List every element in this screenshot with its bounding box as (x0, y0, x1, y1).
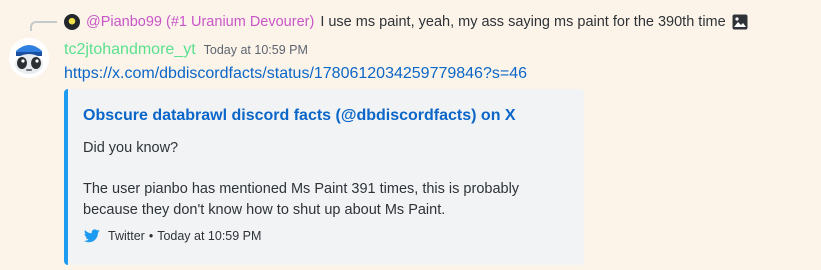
link-embed: Obscure databrawl discord facts (@dbdisc… (64, 89, 584, 265)
reply-avatar[interactable] (64, 14, 80, 30)
embed-description-line: Did you know? (83, 140, 179, 156)
embed-title[interactable]: Obscure databrawl discord facts (@dbdisc… (83, 107, 516, 125)
footer-separator: • (148, 229, 154, 243)
reply-reference[interactable]: @Pianbo99 (#1 Uranium Devourer) I use ms… (64, 12, 748, 32)
username[interactable]: tc2jtohandmore_yt (64, 41, 196, 59)
reply-author[interactable]: @Pianbo99 (#1 Uranium Devourer) (86, 14, 314, 30)
reply-spine (30, 21, 57, 31)
message-link[interactable]: https://x.com/dbdiscordfacts/status/1780… (64, 65, 527, 83)
reply-content[interactable]: I use ms paint, yeah, my ass saying ms p… (320, 14, 725, 30)
embed-description-line: because they don't know how to shut up a… (83, 202, 446, 218)
message-timestamp[interactable]: Today at 10:59 PM (204, 43, 308, 57)
embed-footer: Twitter • Today at 10:59 PM (84, 229, 261, 243)
embed-provider: Twitter (108, 229, 145, 243)
message-header: tc2jtohandmore_yt Today at 10:59 PM (64, 41, 308, 59)
twitter-icon (84, 229, 100, 243)
user-avatar[interactable] (9, 38, 49, 78)
embed-description-line: The user pianbo has mentioned Ms Paint 3… (83, 181, 520, 197)
image-icon (732, 14, 748, 30)
embed-footer-timestamp: Today at 10:59 PM (157, 229, 262, 243)
robot-avatar-icon (9, 38, 49, 78)
